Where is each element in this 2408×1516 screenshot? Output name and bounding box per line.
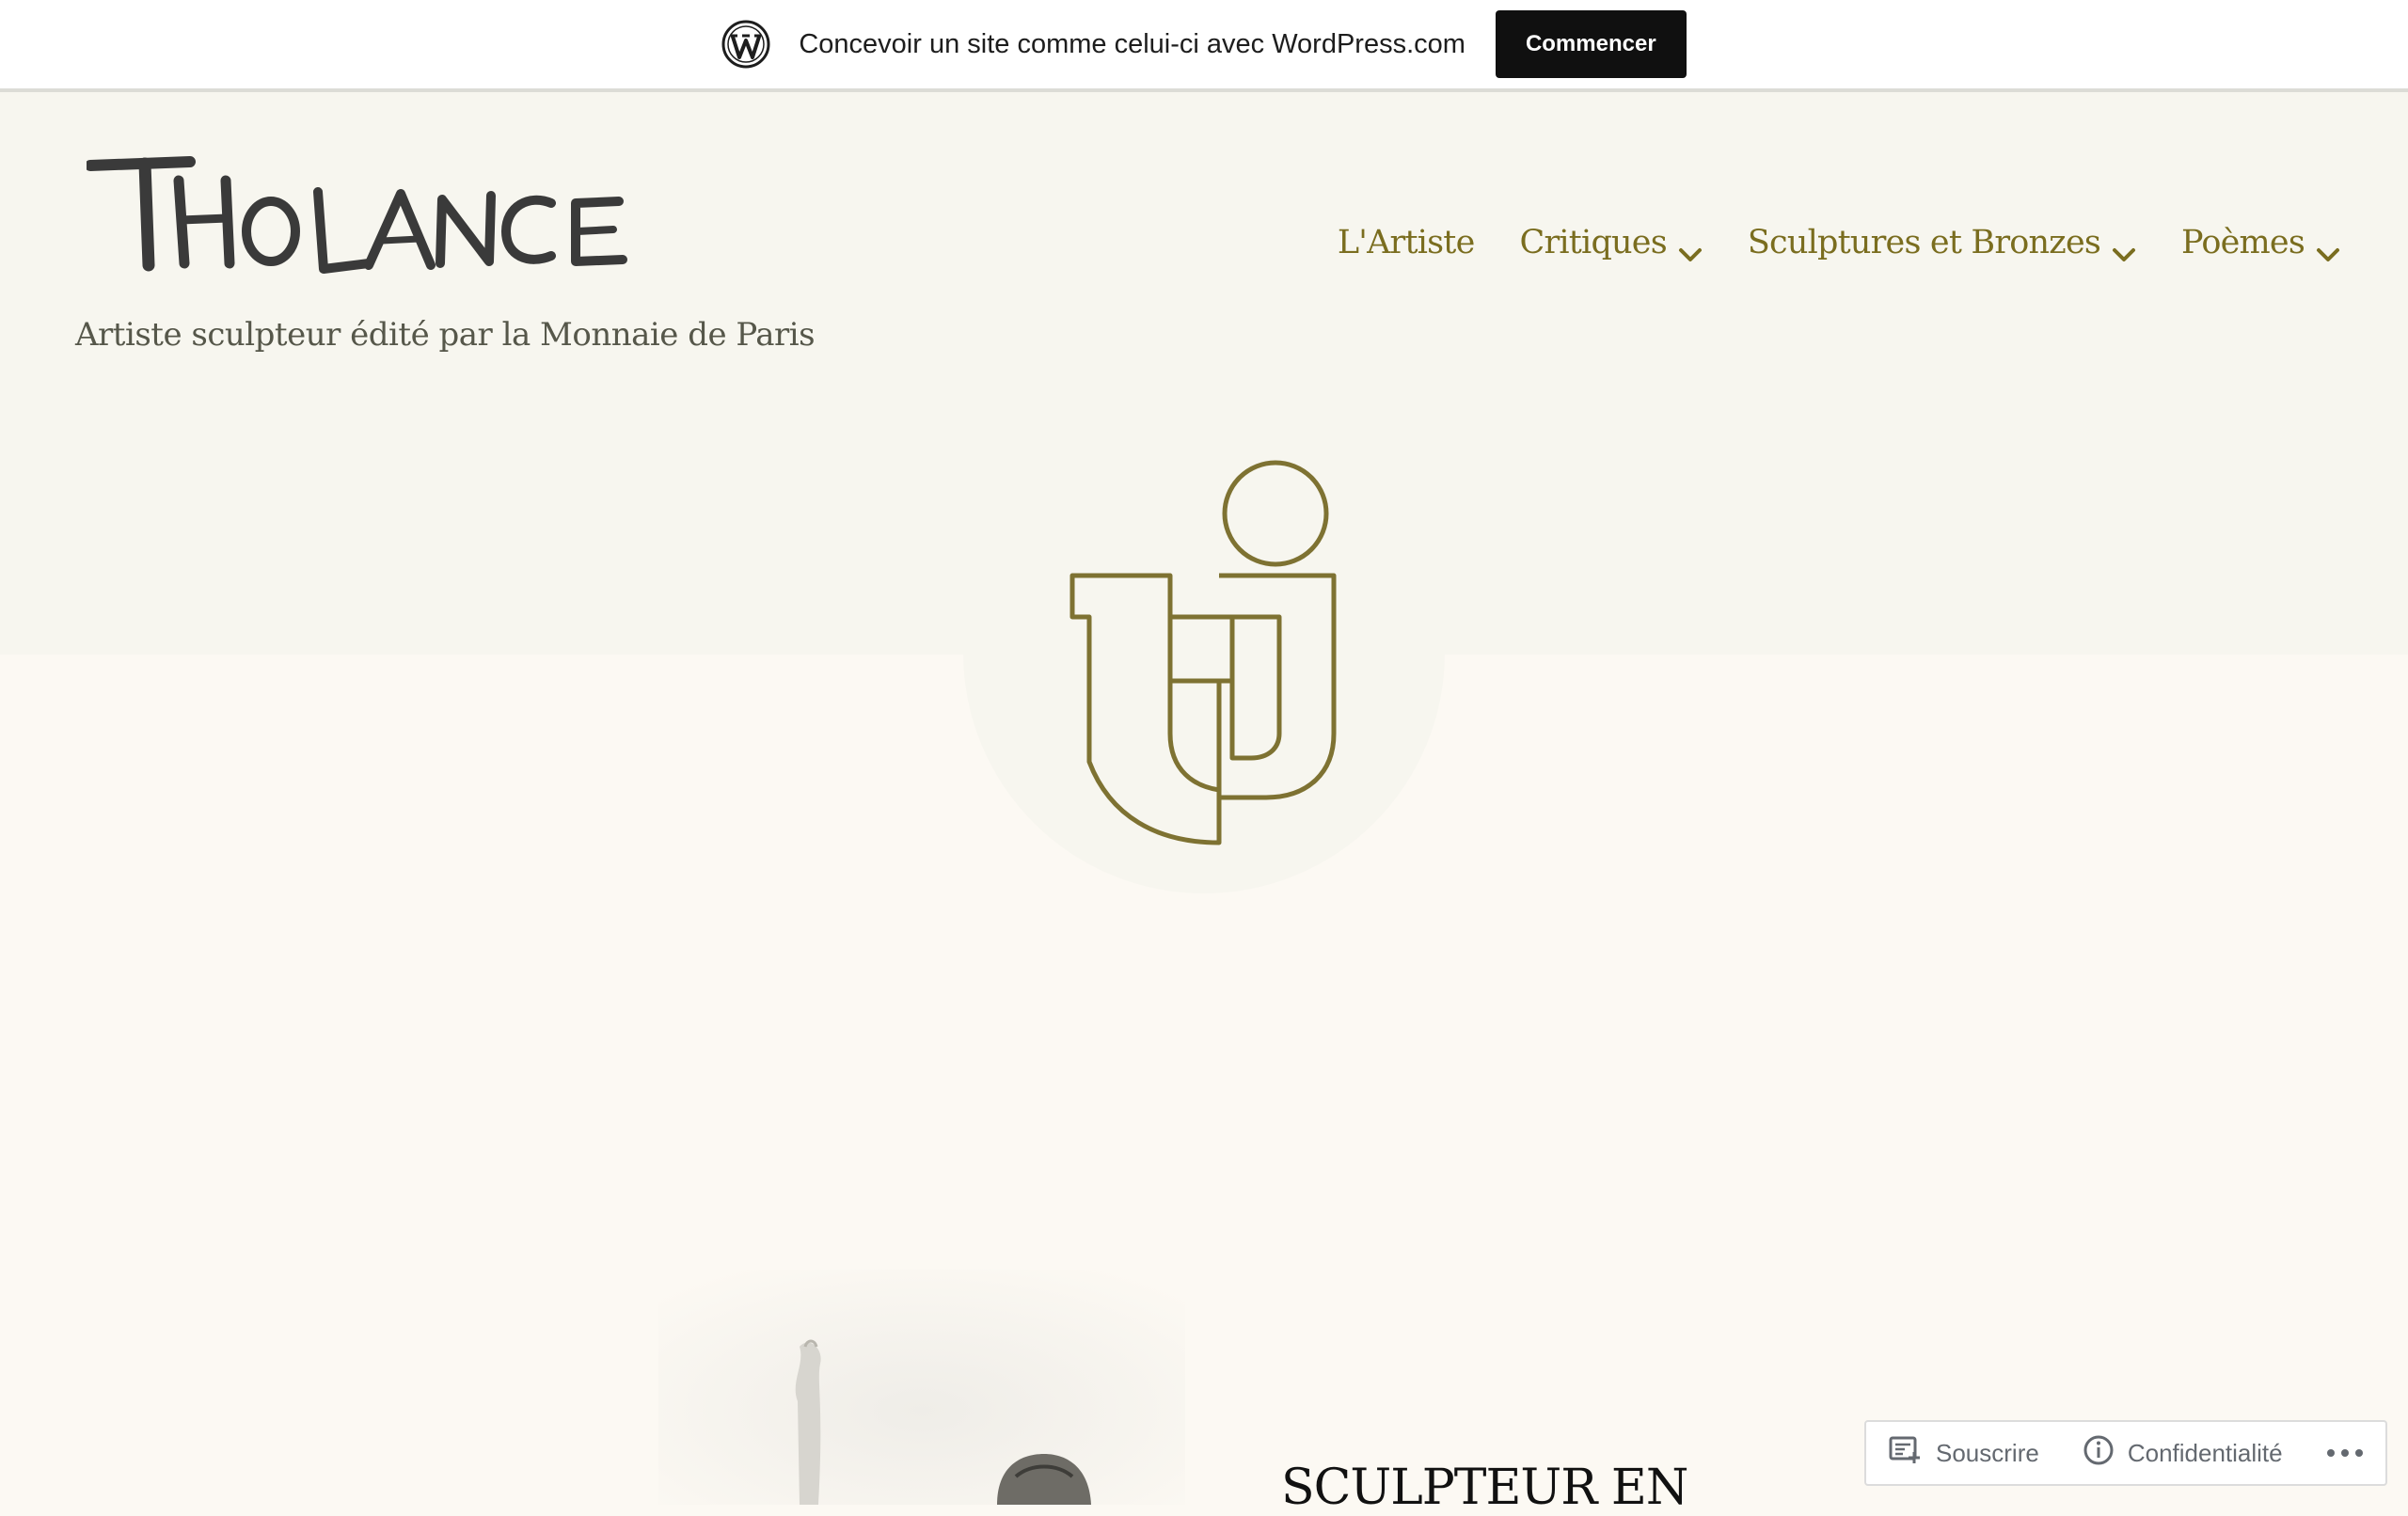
main-navigation: L'Artiste Critiques Sculptures et Bronze… <box>1338 224 2340 261</box>
subscribe-button[interactable]: Souscrire <box>1889 1435 2039 1472</box>
chevron-down-icon[interactable] <box>1678 234 1703 261</box>
reader-subscribe-icon <box>1889 1435 1923 1472</box>
privacy-label: Confidentialité <box>2127 1438 2283 1467</box>
commencer-button[interactable]: Commencer <box>1495 10 1687 78</box>
nav-item-sculptures-et-bronzes[interactable]: Sculptures et Bronzes <box>1748 224 2136 261</box>
subscribe-label: Souscrire <box>1936 1438 2039 1467</box>
nav-item-label: Poèmes <box>2181 224 2305 261</box>
privacy-button[interactable]: Confidentialité <box>2083 1434 2283 1473</box>
nav-item-artiste[interactable]: L'Artiste <box>1338 224 1475 261</box>
nav-item-critiques[interactable]: Critiques <box>1519 224 1702 261</box>
site-logo[interactable] <box>85 147 670 288</box>
info-icon <box>2083 1434 2115 1473</box>
wordpress-promo-text: Concevoir un site comme celui-ci avec Wo… <box>799 28 1465 59</box>
wordpress-logo-icon[interactable] <box>721 20 770 69</box>
wordpress-promo-bar: Concevoir un site comme celui-ci avec Wo… <box>0 0 2408 92</box>
nav-item-poemes[interactable]: Poèmes <box>2181 224 2340 261</box>
chevron-down-icon[interactable] <box>2112 234 2136 261</box>
section-heading: SCULPTEUR EN <box>1281 1460 1688 1516</box>
tholance-emblem-icon <box>1054 451 1354 846</box>
nav-item-label: Sculptures et Bronzes <box>1747 224 2101 261</box>
chevron-down-icon[interactable] <box>2316 234 2340 261</box>
site-tagline: Artiste sculpteur édité par la Monnaie d… <box>75 316 816 354</box>
featured-sculpture-image <box>658 1270 1185 1505</box>
nav-item-label: L'Artiste <box>1337 224 1475 261</box>
nav-item-label: Critiques <box>1519 224 1667 261</box>
floating-action-bar: Souscrire Confidentialité <box>1864 1420 2387 1486</box>
more-options-icon[interactable] <box>2327 1449 2363 1457</box>
